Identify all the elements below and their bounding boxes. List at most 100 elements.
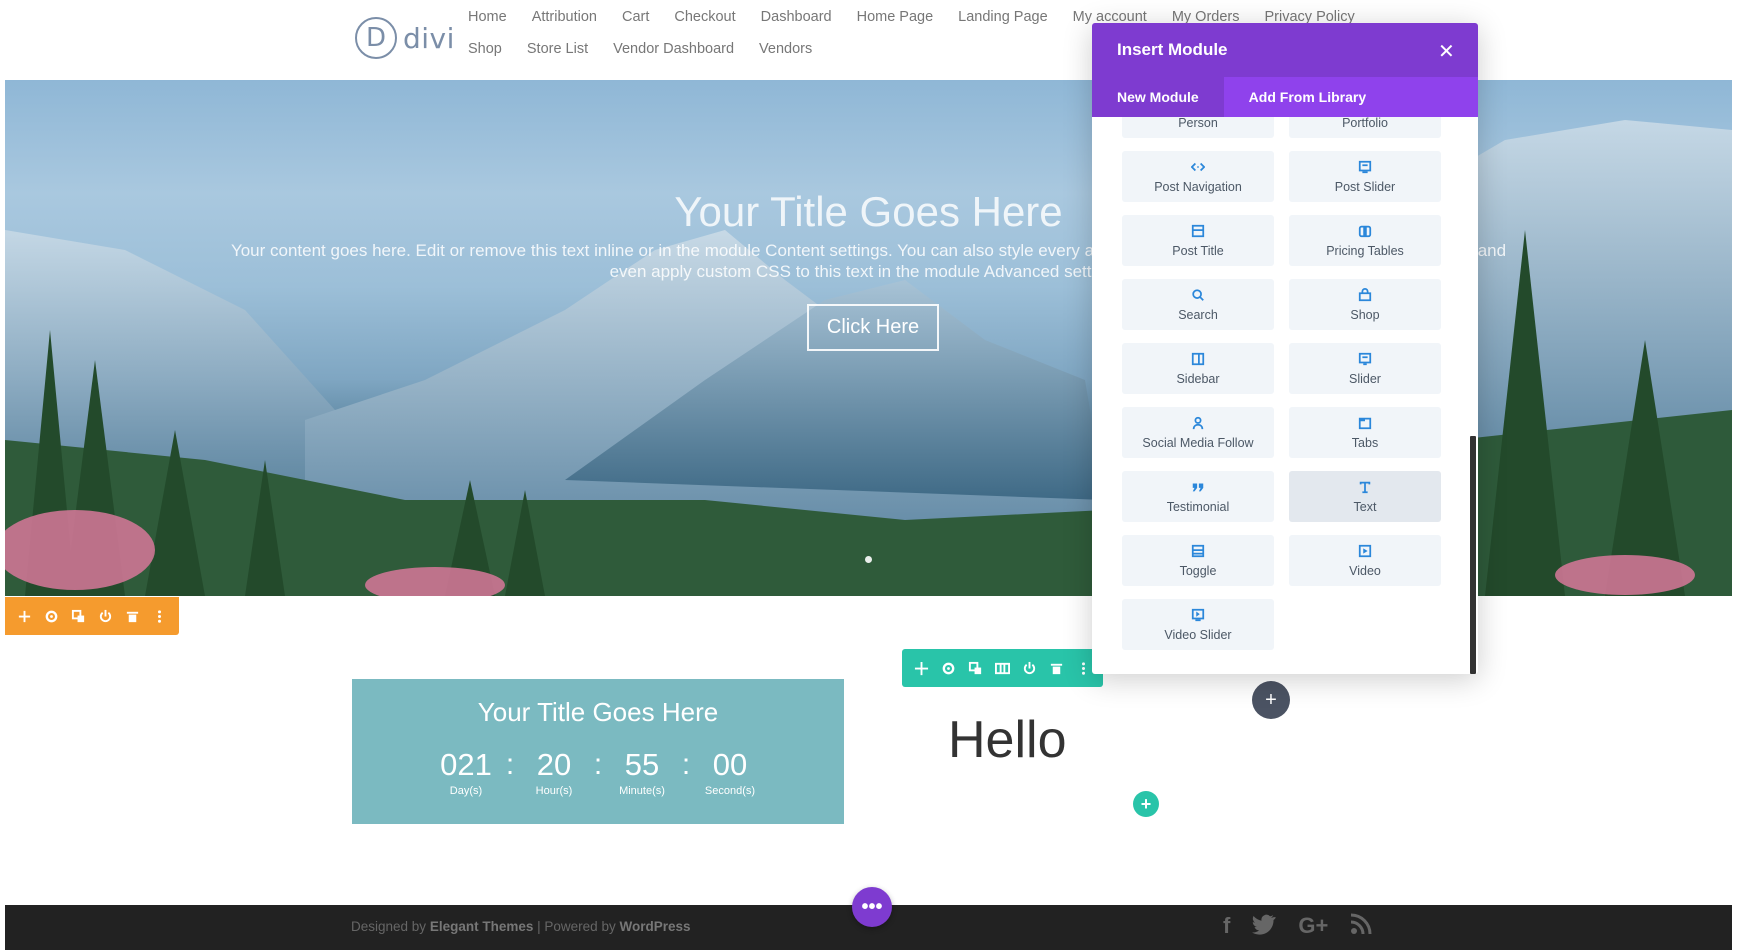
countdown-days: 021 Day(s)	[430, 747, 502, 797]
post-navigation-icon	[1191, 160, 1206, 175]
module-sidebar[interactable]: Sidebar	[1122, 343, 1274, 394]
social-follow-icon	[1191, 416, 1206, 431]
add-row-button[interactable]: +	[1133, 791, 1159, 817]
gear-icon[interactable]	[939, 659, 958, 678]
module-video-slider[interactable]: Video Slider	[1122, 599, 1274, 650]
divi-logo[interactable]: D divi	[355, 17, 455, 59]
module-portfolio[interactable]: Portfolio	[1289, 117, 1441, 138]
google-plus-icon[interactable]: G+	[1298, 913, 1328, 941]
power-icon[interactable]	[1020, 659, 1039, 678]
move-icon[interactable]	[912, 659, 931, 678]
nav-link-checkout[interactable]: Checkout	[674, 8, 735, 26]
module-tabs[interactable]: Tabs	[1289, 407, 1441, 458]
nav-link-vendors[interactable]: Vendors	[759, 40, 812, 58]
module-social-media-follow[interactable]: Social Media Follow	[1122, 407, 1274, 458]
module-label: Social Media Follow	[1142, 435, 1254, 450]
gear-icon[interactable]	[42, 607, 61, 626]
footer-credits: Designed by Elegant Themes | Powered by …	[351, 919, 691, 934]
module-pricing-tables[interactable]: Pricing Tables	[1289, 215, 1441, 266]
slider-icon	[1358, 352, 1373, 367]
module-person[interactable]: Person	[1122, 117, 1274, 138]
countdown-timer-module[interactable]: Your Title Goes Here 021 Day(s) : 20 Hou…	[352, 679, 844, 824]
module-testimonial[interactable]: Testimonial	[1122, 471, 1274, 522]
module-list: Person Portfolio Post Navigation Post Sl…	[1092, 117, 1478, 674]
trash-icon[interactable]	[1047, 659, 1066, 678]
post-slider-icon	[1358, 160, 1373, 175]
trash-icon[interactable]	[123, 607, 142, 626]
more-vertical-icon[interactable]	[1074, 659, 1093, 678]
tab-add-from-library[interactable]: Add From Library	[1224, 77, 1391, 117]
search-icon	[1191, 288, 1206, 303]
columns-icon[interactable]	[993, 659, 1012, 678]
footer-powered-by: Powered by	[544, 919, 616, 934]
facebook-icon[interactable]: f	[1223, 913, 1230, 941]
nav-link-store-list[interactable]: Store List	[527, 40, 588, 58]
section-toolbar	[5, 597, 179, 635]
insert-module-modal: Insert Module ✕ New Module Add From Libr…	[1092, 23, 1478, 674]
module-label: Post Title	[1172, 243, 1224, 258]
footer-divider: |	[537, 919, 541, 934]
slider-dot[interactable]	[865, 556, 872, 563]
module-slider[interactable]: Slider	[1289, 343, 1441, 394]
divi-logo-text: divi	[403, 21, 455, 55]
pricing-tables-icon	[1358, 224, 1373, 239]
add-module-button[interactable]: +	[1252, 681, 1290, 719]
tabs-icon	[1358, 416, 1373, 431]
module-label: Search	[1178, 307, 1218, 322]
power-icon[interactable]	[96, 607, 115, 626]
duplicate-icon[interactable]	[966, 659, 985, 678]
more-vertical-icon[interactable]	[150, 607, 169, 626]
module-video[interactable]: Video	[1289, 535, 1441, 586]
countdown-seconds-value: 00	[712, 747, 748, 782]
module-label: Post Slider	[1334, 179, 1396, 194]
video-icon	[1358, 544, 1373, 559]
nav-link-landing-page[interactable]: Landing Page	[958, 8, 1048, 26]
countdown-minutes-value: 55	[624, 747, 660, 782]
footer-designer-link[interactable]: Elegant Themes	[430, 919, 534, 934]
countdown-days-label: Day(s)	[449, 785, 483, 797]
module-text[interactable]: Text	[1289, 471, 1441, 522]
nav-link-vendor-dashboard[interactable]: Vendor Dashboard	[613, 40, 734, 58]
countdown-hours: 20 Hour(s)	[518, 747, 590, 797]
rss-icon[interactable]	[1350, 913, 1372, 941]
module-post-navigation[interactable]: Post Navigation	[1122, 151, 1274, 202]
nav-link-cart[interactable]: Cart	[622, 8, 649, 26]
nav-link-attribution[interactable]: Attribution	[532, 8, 597, 26]
countdown-separator: :	[681, 748, 691, 781]
module-shop[interactable]: Shop	[1289, 279, 1441, 330]
hello-text-module[interactable]: Hello	[948, 710, 1067, 770]
module-toggle[interactable]: Toggle	[1122, 535, 1274, 586]
tab-new-module[interactable]: New Module	[1092, 77, 1224, 117]
module-post-title[interactable]: Post Title	[1122, 215, 1274, 266]
countdown-hours-value: 20	[536, 747, 572, 782]
nav-link-dashboard[interactable]: Dashboard	[761, 8, 832, 26]
footer-platform-link[interactable]: WordPress	[619, 919, 690, 934]
twitter-icon[interactable]	[1252, 913, 1277, 941]
nav-link-home-page[interactable]: Home Page	[857, 8, 934, 26]
module-label: Video Slider	[1164, 627, 1232, 642]
countdown-hours-label: Hour(s)	[535, 785, 573, 797]
duplicate-icon[interactable]	[69, 607, 88, 626]
builder-settings-button[interactable]: •••	[852, 887, 892, 927]
post-title-icon	[1191, 224, 1206, 239]
module-search[interactable]: Search	[1122, 279, 1274, 330]
module-post-slider[interactable]: Post Slider	[1289, 151, 1441, 202]
nav-link-shop[interactable]: Shop	[468, 40, 502, 58]
modal-header: Insert Module ✕	[1092, 23, 1478, 77]
countdown-values: 021 Day(s) : 20 Hour(s) : 55 Minute(s) :…	[352, 747, 844, 797]
close-icon[interactable]: ✕	[1438, 39, 1455, 64]
text-icon	[1358, 480, 1373, 495]
nav-link-home[interactable]: Home	[468, 8, 507, 26]
module-label: Sidebar	[1176, 371, 1220, 386]
plus-icon[interactable]	[15, 607, 34, 626]
module-label: Slider	[1349, 371, 1381, 386]
module-grid: Person Portfolio Post Navigation Post Sl…	[1122, 117, 1441, 650]
divi-logo-mark: D	[355, 17, 397, 59]
countdown-seconds-label: Second(s)	[704, 785, 756, 797]
modal-title: Insert Module	[1117, 40, 1228, 59]
hero-click-here-button[interactable]: Click Here	[807, 304, 939, 351]
social-icons: f G+	[1223, 913, 1372, 941]
modal-scrollbar[interactable]	[1470, 436, 1476, 674]
module-label: Tabs	[1351, 435, 1379, 450]
countdown-separator: :	[593, 748, 603, 781]
